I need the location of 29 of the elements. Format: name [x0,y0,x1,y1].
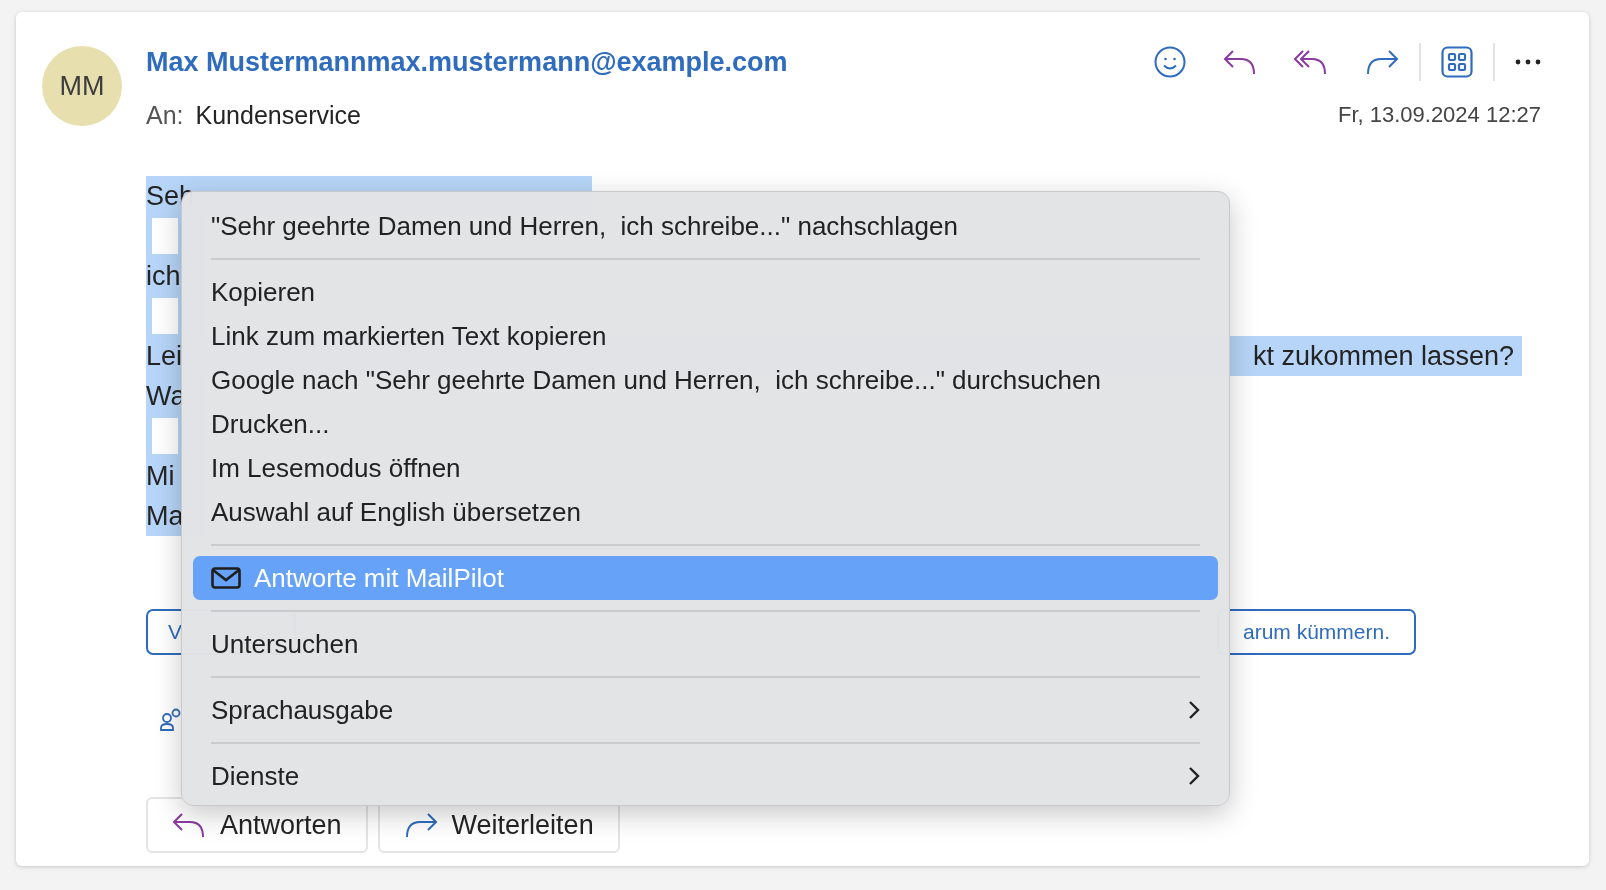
body-text: kt zukommen lassen? [1252,340,1514,372]
apps-icon[interactable] [1441,46,1473,78]
body-text: ich [146,260,181,292]
forward-icon[interactable] [1365,49,1399,75]
more-icon[interactable] [1515,59,1541,65]
envelope-icon [211,567,241,589]
body-text: Mi [146,460,175,492]
forward-icon [403,812,438,838]
recipient: Kundenservice [195,100,361,130]
avatar: MM [42,46,122,126]
menu-item[interactable]: "Sehr geehrte Damen und Herren, ich schreibe..." nachschlagen [193,204,1218,248]
reply-icon [172,812,206,838]
menu-item[interactable]: Auswahl auf English übersetzen [193,490,1218,534]
to-label: An: [146,100,184,130]
message-date: Fr, 13.09.2024 12:27 [1337,102,1541,128]
menu-item[interactable]: Dienste [193,754,1218,798]
menu-item[interactable]: Link zum markierten Text kopieren [193,314,1218,358]
menu-item[interactable]: Google nach "Sehr geehrte Damen und Herren, ich schreibe..." durchsuchen [193,358,1218,402]
body-text: Lei [146,340,183,372]
menu-item[interactable]: Sprachausgabe [193,688,1218,732]
menu-item[interactable]: Im Lesemodus öffnen [193,446,1218,490]
body-text: Ma [146,500,184,532]
menu-item[interactable]: Kopieren [193,270,1218,314]
emoji-icon[interactable] [1154,46,1186,78]
menu-item[interactable]: Drucken... [193,402,1218,446]
reply-all-icon[interactable] [1294,49,1328,75]
sender-name[interactable]: Max Mustermannmax.mustermann@example.com [146,46,788,78]
reply-icon[interactable] [1223,49,1257,75]
menu-item[interactable]: Untersuchen [193,622,1218,666]
